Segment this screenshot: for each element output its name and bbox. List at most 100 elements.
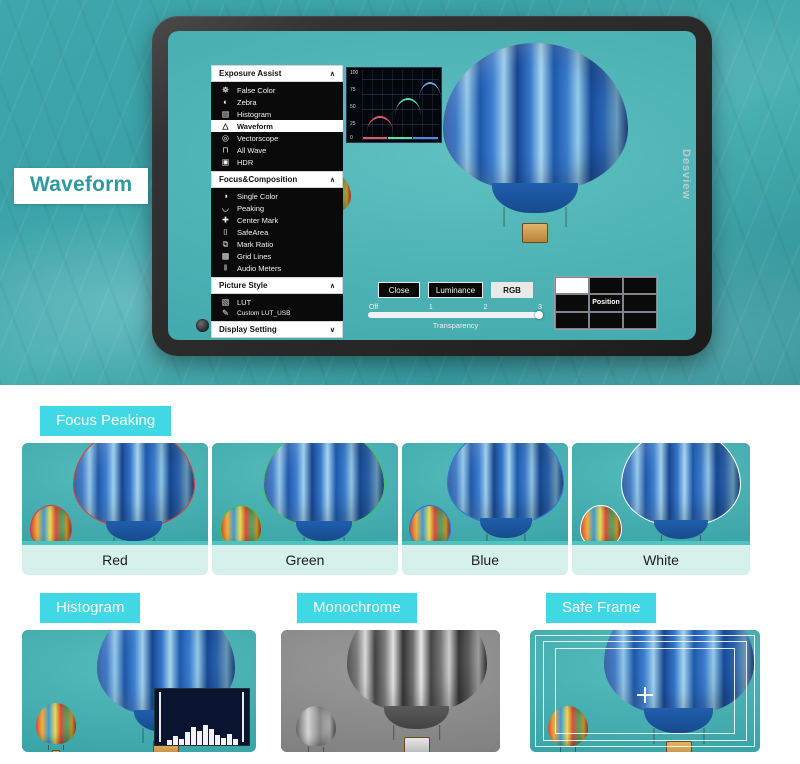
waveform-scale: 100 75 50 25 0 (349, 68, 363, 142)
transparency-tick-labels: Off 1 2 3 (368, 304, 543, 311)
balloon-basket (522, 223, 549, 244)
transparency-slider-knob[interactable] (535, 311, 543, 319)
osd-item-label: All Wave (237, 145, 267, 155)
histogram-bar (203, 725, 208, 745)
waveform-tick-0: 0 (350, 135, 353, 141)
panel-safe-frame (530, 630, 760, 752)
badge-monochrome: Monochrome (297, 593, 417, 623)
position-cell-top-right[interactable] (623, 277, 657, 295)
osd-section-list-picture-style: ▧ LUT ✎ Custom LUT_USB (211, 294, 343, 321)
osd-item-label: Histogram (237, 109, 272, 119)
osd-section-header-picture-style[interactable]: Picture Style ∧ (211, 277, 343, 294)
osd-section-header-exposure-assist[interactable]: Exposure Assist ∧ (211, 65, 343, 82)
osd-item-waveform[interactable]: △ Waveform (211, 120, 343, 132)
osd-item-label: Zebra (237, 97, 257, 107)
osd-section-title: Exposure Assist (219, 69, 282, 78)
hot-air-balloon-large (73, 443, 196, 545)
thumb-peaking-blue (402, 443, 568, 545)
hot-air-balloon-small (409, 505, 452, 545)
osd-section-header-focus-composition[interactable]: Focus&Composition ∧ (211, 171, 343, 188)
hot-air-balloon-large (620, 443, 741, 545)
hot-air-balloon-large (263, 443, 386, 545)
osd-item-all-wave[interactable]: ⊓ All Wave (211, 144, 343, 156)
hdr-icon: ▣ (221, 157, 230, 166)
osd-item-vectorscope[interactable]: ◎ Vectorscope (211, 132, 343, 144)
features-section: Focus Peaking Red Green Blue White Histo… (0, 385, 800, 764)
luminance-button[interactable]: Luminance (427, 282, 484, 298)
balloon-basket (51, 750, 61, 752)
osd-item-label: Grid Lines (237, 251, 272, 261)
single-color-icon: ◑ (223, 191, 228, 200)
caption-peaking-red: Red (22, 541, 208, 575)
osd-item-false-color[interactable]: ☸ False Color (211, 84, 343, 96)
position-cell-bottom-center[interactable] (589, 311, 623, 329)
osd-item-label: False Color (237, 85, 276, 95)
osd-section-header-display-setting[interactable]: Display Setting ∨ (211, 321, 343, 338)
osd-control-bar: Close Luminance RGB Off 1 2 3 Transparen… (368, 282, 543, 330)
hot-air-balloon-large (447, 443, 565, 545)
position-cell-bottom-right[interactable] (623, 311, 657, 329)
close-button[interactable]: Close (377, 282, 420, 298)
osd-item-safe-area[interactable]: ⌷ SafeArea (211, 226, 343, 238)
osd-item-custom-lut-usb[interactable]: ✎ Custom LUT_USB (211, 308, 343, 318)
transparency-label: Transparency (432, 321, 479, 330)
hot-air-balloon-small (296, 705, 337, 752)
waveform-base-green (387, 137, 412, 139)
rgb-button[interactable]: RGB (491, 282, 534, 298)
histogram-icon: ▤ (221, 109, 230, 118)
position-cell-top-center[interactable] (589, 277, 623, 295)
osd-item-center-mark[interactable]: ✚ Center Mark (211, 214, 343, 226)
osd-section-title: Display Setting (219, 325, 277, 334)
hero-feature-badge: Waveform (14, 168, 149, 204)
position-grid[interactable]: Position (554, 276, 658, 330)
balloon-envelope (36, 703, 77, 744)
osd-menu[interactable]: Exposure Assist ∧ ☸ False Color ◐ Zebra … (211, 65, 343, 338)
osd-item-audio-meters[interactable]: ‖ Audio Meters (211, 262, 343, 274)
histogram-bar (227, 734, 232, 745)
balloon-envelope (296, 705, 337, 746)
osd-mode-buttons: Close Luminance RGB (368, 282, 543, 298)
osd-item-label: Single Color (237, 191, 278, 201)
camera-monitor-device: Exposure Assist ∧ ☸ False Color ◐ Zebra … (152, 16, 712, 356)
histogram-bar (167, 740, 172, 745)
osd-item-label: Mark Ratio (237, 239, 274, 249)
balloon-envelope (409, 505, 452, 545)
osd-item-peaking[interactable]: ◡ Peaking (211, 202, 343, 214)
zebra-icon: ◐ (223, 97, 228, 106)
custom-lut-icon: ✎ (222, 308, 229, 317)
osd-item-label: LUT (237, 297, 252, 307)
grid-lines-icon: ▦ (221, 251, 230, 260)
mark-ratio-icon: ⧉ (222, 239, 229, 248)
osd-item-single-color[interactable]: ◑ Single Color (211, 190, 343, 202)
hot-air-balloon-small (220, 505, 263, 545)
safe-area-icon: ⌷ (223, 227, 228, 236)
histogram-edge-right (242, 692, 244, 742)
balloon-basket (403, 736, 430, 752)
histogram-bar (209, 729, 214, 745)
balloon-envelope (346, 630, 487, 713)
waveform-icon: △ (222, 121, 229, 130)
center-mark-icon: ✚ (222, 215, 229, 224)
position-cell-top-left[interactable] (555, 277, 589, 295)
hot-air-balloon-small (36, 703, 77, 752)
osd-section-title: Focus&Composition (219, 175, 298, 184)
osd-item-mark-ratio[interactable]: ⧉ Mark Ratio (211, 238, 343, 250)
power-indicator-icon (196, 319, 209, 332)
tick-off: Off (369, 304, 379, 311)
osd-item-hdr[interactable]: ▣ HDR (211, 156, 343, 168)
hot-air-balloon-large (442, 43, 628, 244)
histogram-bar (221, 738, 226, 745)
osd-item-histogram[interactable]: ▤ Histogram (211, 108, 343, 120)
osd-item-grid-lines[interactable]: ▦ Grid Lines (211, 250, 343, 262)
badge-safe-frame: Safe Frame (546, 593, 657, 623)
balloon-ropes (308, 747, 325, 752)
osd-item-lut[interactable]: ▧ LUT (211, 296, 343, 308)
position-cell-bottom-left[interactable] (555, 311, 589, 329)
chevron-up-icon: ∧ (329, 176, 335, 184)
caption-peaking-blue: Blue (402, 541, 568, 575)
osd-item-zebra[interactable]: ◐ Zebra (211, 96, 343, 108)
position-cell-middle-left[interactable] (555, 294, 589, 312)
transparency-slider[interactable] (368, 311, 543, 319)
balloon-ropes (560, 747, 577, 752)
position-cell-middle-right[interactable] (623, 294, 657, 312)
